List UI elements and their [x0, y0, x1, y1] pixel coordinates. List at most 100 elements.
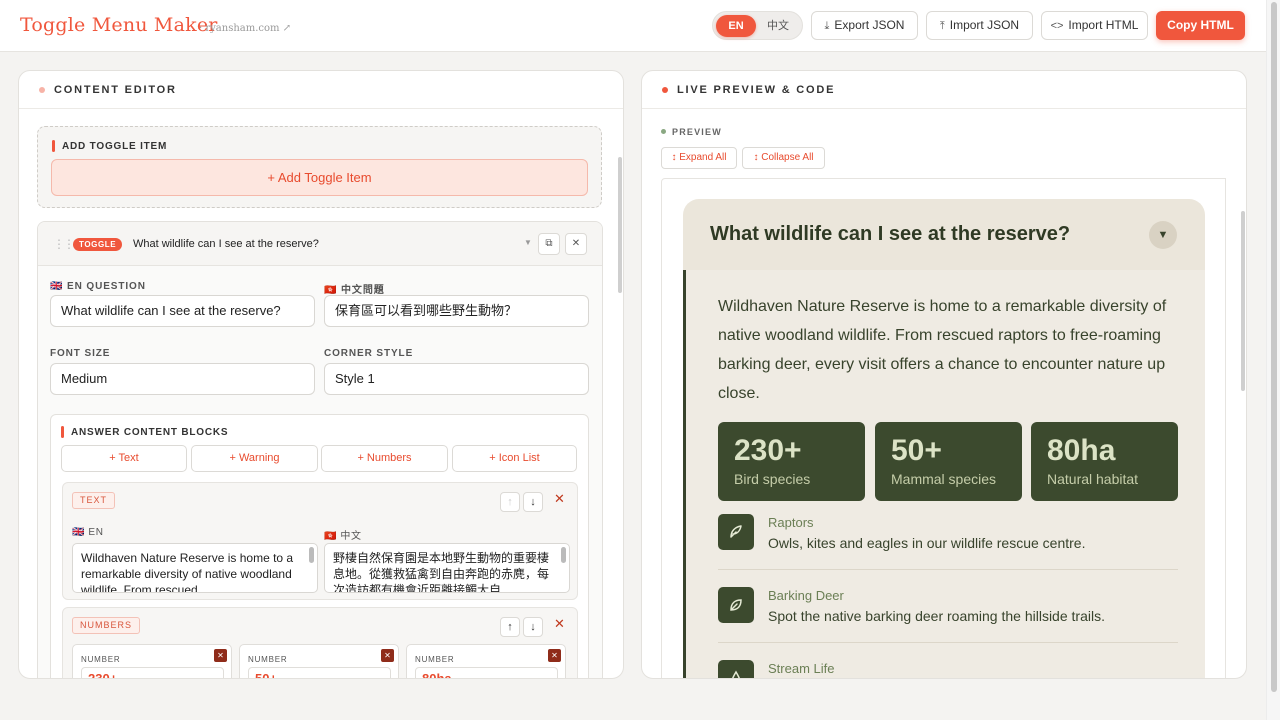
zh-question-label: 🇭🇰 中文問題 [324, 285, 385, 296]
water-icon [718, 660, 754, 678]
corner-style-select[interactable]: Style 1 [324, 363, 589, 395]
stat-label: Natural habitat [1047, 471, 1139, 487]
icon-list-desc: Owls, kites and eagles in our wildlife r… [768, 535, 1086, 551]
stat-label: Mammal species [891, 471, 997, 487]
number-input[interactable]: 80ha [415, 667, 558, 678]
add-toggle-label: ADD TOGGLE ITEM [52, 140, 167, 152]
stat-card: 50+ Mammal species [875, 422, 1022, 501]
editor-header: CONTENT EDITOR [19, 71, 623, 109]
text-block-tag: TEXT [72, 492, 116, 509]
site-link[interactable]: · ryansham.com ↗ [199, 23, 291, 34]
expand-all-button[interactable]: ↕ Expand All [661, 147, 737, 169]
icon-list-title: Barking Deer [768, 588, 844, 603]
text-zh-textarea[interactable]: 野棲自然保育園是本地野生動物的重要棲息地。從獲救猛禽到自由奔跑的赤麂，每次造訪都… [324, 543, 570, 593]
number-input[interactable]: 50+ [248, 667, 391, 678]
answer-blocks-label: ANSWER CONTENT BLOCKS [61, 426, 228, 438]
number-label: NUMBER [81, 655, 121, 664]
numbers-block: NUMBERS ↑ ↓ ✕ NUMBER ✕ 230+ NUMBER ✕ 50+… [62, 607, 578, 678]
icon-list-item: Raptors Owls, kites and eagles in our wi… [718, 514, 1178, 584]
font-size-select[interactable]: Medium [50, 363, 315, 395]
page-scroll-thumb[interactable] [1271, 2, 1277, 692]
delete-item-button[interactable]: ✕ [565, 233, 587, 255]
textarea-scrollbar[interactable] [561, 547, 566, 563]
add-icon-list-block-button[interactable]: + Icon List [452, 445, 577, 472]
toggle-badge: TOGGLE [73, 238, 123, 251]
move-down-button[interactable]: ↓ [523, 492, 543, 512]
preview-scrollbar[interactable] [1241, 211, 1245, 391]
remove-block-icon[interactable]: ✕ [554, 491, 565, 507]
divider [718, 569, 1178, 570]
close-icon: ✕ [571, 238, 581, 249]
answer-text: Wildhaven Nature Reserve is home to a re… [718, 298, 1167, 402]
add-numbers-block-button[interactable]: + Numbers [321, 445, 448, 472]
text-zh-value: 野棲自然保育園是本地野生動物的重要棲息地。從獲救猛禽到自由奔跑的赤麂，每次造訪都… [333, 551, 550, 593]
toggle-question-text: What wildlife can I see at the reserve? [710, 223, 1071, 245]
numbers-block-tag: NUMBERS [72, 617, 141, 634]
textarea-scrollbar[interactable] [309, 547, 314, 563]
download-icon: ⤓ [824, 20, 830, 32]
content-editor-panel: CONTENT EDITOR ADD TOGGLE ITEM + Add Tog… [18, 70, 624, 679]
number-input[interactable]: 230+ [81, 667, 224, 678]
copy-html-button[interactable]: Copy HTML [1156, 11, 1245, 40]
arrow-down-icon: ↓ [530, 496, 536, 508]
stat-card: 230+ Bird species [718, 422, 865, 501]
add-toggle-item-button[interactable]: + Add Toggle Item [51, 159, 588, 196]
export-json-button[interactable]: ⤓ Export JSON [811, 11, 918, 40]
remove-number-icon[interactable]: ✕ [548, 649, 561, 662]
chevron-down-icon[interactable]: ▼ [524, 238, 532, 247]
icon-list-title: Stream Life [768, 661, 835, 676]
en-question-label: 🇬🇧 EN QUESTION [50, 281, 146, 292]
import-html-button[interactable]: <> Import HTML [1041, 11, 1148, 40]
import-html-label: Import HTML [1068, 18, 1139, 32]
editor-scrollbar[interactable] [618, 157, 622, 293]
remove-number-icon[interactable]: ✕ [214, 649, 227, 662]
lang-en-button[interactable]: EN [716, 15, 756, 37]
zh-question-input[interactable]: 保育區可以看到哪些野生動物？ [324, 295, 589, 327]
preview-header: LIVE PREVIEW & CODE [642, 71, 1246, 109]
arrow-down-icon: ↓ [530, 621, 536, 633]
toggle-item-header[interactable]: ⋮⋮ TOGGLE What wildlife can I see at the… [38, 222, 602, 266]
text-en-textarea[interactable]: Wildhaven Nature Reserve is home to a re… [72, 543, 318, 593]
editor-title: CONTENT EDITOR [54, 84, 177, 96]
export-json-label: Export JSON [834, 18, 905, 32]
toggle-question[interactable]: What wildlife can I see at the reserve? … [683, 199, 1205, 270]
number-label: NUMBER [415, 655, 455, 664]
top-bar: Toggle Menu Maker · ryansham.com ↗ EN 中文… [0, 0, 1266, 52]
icon-list-desc: Spot the native barking deer roaming the… [768, 608, 1105, 624]
divider [718, 642, 1178, 643]
move-up-button[interactable]: ↑ [500, 492, 520, 512]
number-label: NUMBER [248, 655, 288, 664]
chevron-down-icon[interactable]: ▼ [1149, 221, 1177, 249]
preview-dot [661, 129, 666, 134]
stat-value: 230+ [734, 434, 802, 467]
move-up-button[interactable]: ↑ [500, 617, 520, 637]
number-entry: NUMBER ✕ 230+ [72, 644, 232, 678]
drag-handle-icon[interactable]: ⋮⋮ [53, 237, 75, 251]
remove-block-icon[interactable]: ✕ [554, 616, 565, 632]
preview-title: LIVE PREVIEW & CODE [677, 84, 836, 96]
live-preview-panel: LIVE PREVIEW & CODE PREVIEW ↕ Expand All… [641, 70, 1247, 679]
page-scrollbar[interactable] [1266, 0, 1280, 720]
move-down-button[interactable]: ↓ [523, 617, 543, 637]
add-warning-block-button[interactable]: + Warning [191, 445, 318, 472]
collapse-all-button[interactable]: ↕ Collapse All [742, 147, 825, 169]
add-text-block-button[interactable]: + Text [61, 445, 187, 472]
leaf-icon [718, 587, 754, 623]
import-json-label: Import JSON [949, 18, 1020, 32]
import-json-button[interactable]: ⤒ Import JSON [926, 11, 1033, 40]
duplicate-button[interactable]: ⧉ [538, 233, 560, 255]
code-icon: <> [1050, 20, 1064, 32]
arrow-up-icon: ↑ [507, 496, 513, 508]
remove-number-icon[interactable]: ✕ [381, 649, 394, 662]
arrow-up-icon: ↑ [507, 621, 513, 633]
lang-zh-button[interactable]: 中文 [758, 15, 798, 37]
stat-value: 80ha [1047, 434, 1116, 467]
text-block: TEXT ↑ ↓ ✕ 🇬🇧 EN Wildhaven Nature Reserv… [62, 482, 578, 600]
add-toggle-section: ADD TOGGLE ITEM + Add Toggle Item [37, 126, 602, 208]
answer-content-blocks: ANSWER CONTENT BLOCKS + Text + Warning +… [50, 414, 589, 678]
icon-list-title: Raptors [768, 515, 814, 530]
toggle-answer: Wildhaven Nature Reserve is home to a re… [683, 270, 1205, 678]
app-title: Toggle Menu Maker [20, 14, 218, 36]
copy-icon: ⧉ [545, 238, 553, 249]
en-question-input[interactable]: What wildlife can I see at the reserve? [50, 295, 315, 327]
